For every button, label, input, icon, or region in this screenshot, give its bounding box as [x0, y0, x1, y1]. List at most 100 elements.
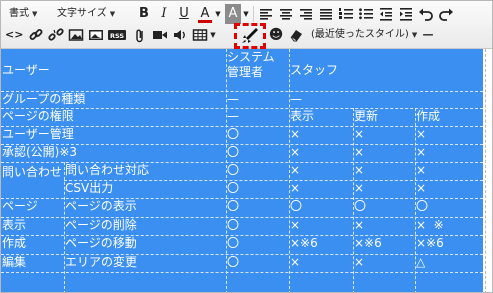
table-cell[interactable]: CSV出力	[64, 180, 226, 198]
table-cell[interactable]: システム 管理者	[226, 49, 289, 91]
table-cell[interactable]: ×	[353, 144, 415, 162]
table-cell[interactable]: 〇	[226, 180, 289, 198]
align-left-icon[interactable]	[257, 4, 275, 24]
link-icon[interactable]	[27, 25, 45, 45]
redo-icon[interactable]	[437, 4, 455, 24]
table-column-border	[226, 49, 227, 292]
italic-button[interactable]: I	[156, 4, 172, 24]
rss-icon[interactable]: RSS	[107, 25, 127, 45]
align-center-icon[interactable]	[277, 4, 295, 24]
undo-icon[interactable]	[417, 4, 435, 24]
table-cell[interactable]: ×	[415, 180, 483, 198]
table-cell[interactable]: 表示	[289, 108, 353, 126]
table-cell[interactable]: 問い合わせ	[1, 162, 64, 198]
table-cell[interactable]: ページの移動	[64, 235, 226, 254]
table-cell[interactable]: 編集	[1, 254, 64, 272]
table-cell[interactable]: スタッフ	[289, 49, 483, 91]
table-cell[interactable]: 〇	[226, 144, 289, 162]
format-dropdown[interactable]: 書式 ▼	[5, 5, 55, 23]
table-cell[interactable]: —	[289, 91, 483, 108]
table-cell[interactable]: × ※	[415, 217, 483, 235]
table-cell[interactable]: ×	[353, 254, 415, 272]
table-cell[interactable]: 〇	[226, 162, 289, 180]
source-code-icon[interactable]: <>	[5, 25, 23, 45]
numbered-list-icon[interactable]	[337, 4, 355, 24]
align-justify-icon[interactable]	[317, 4, 335, 24]
table-cell[interactable]: ×	[289, 126, 353, 144]
permissions-table[interactable]: ユーザー システム 管理者 スタッフ グループの種類 — — ページの権限 — 表示 更新 作成 ユー…	[1, 49, 483, 292]
indent-icon[interactable]	[397, 4, 415, 24]
horizontal-rule-button[interactable]: —	[419, 25, 437, 45]
table-cell[interactable]: ページの権限	[1, 108, 226, 126]
table-column-border	[289, 49, 290, 292]
table-cell[interactable]: 〇	[226, 198, 289, 217]
clear-format-icon[interactable]	[287, 25, 305, 45]
gallery-icon[interactable]	[87, 25, 105, 45]
table-cell[interactable]: 〇	[226, 217, 289, 235]
table-column-border	[353, 108, 354, 292]
table-cell[interactable]: エリアの変更	[64, 254, 226, 272]
image-icon[interactable]	[67, 25, 85, 45]
table-cell[interactable]: ×	[289, 180, 353, 198]
table-row-border	[1, 272, 483, 273]
table-cell[interactable]: 作成	[1, 235, 64, 254]
align-right-icon[interactable]	[297, 4, 315, 24]
table-cell[interactable]: 表示	[1, 217, 64, 235]
table-row-border	[1, 217, 483, 218]
video-icon[interactable]	[151, 25, 169, 45]
table-cell[interactable]: ユーザー	[1, 49, 226, 91]
editor-content[interactable]: ユーザー システム 管理者 スタッフ グループの種類 — — ページの権限 — 表示 更新 作成 ユー…	[1, 49, 492, 292]
table-cell[interactable]: ×	[353, 126, 415, 144]
table-cell[interactable]: ×	[353, 180, 415, 198]
table-cell[interactable]: 作成	[415, 108, 483, 126]
editor-toolbar: 書式 ▼ 文字サイズ ▼ B I U A ▼ A ▼ <> RSS ▼ ☻ (最…	[1, 1, 492, 49]
table-cell[interactable]: 〇	[353, 198, 415, 217]
table-cell[interactable]: 〇	[289, 198, 353, 217]
outdent-icon[interactable]	[377, 4, 395, 24]
styles-dropdown[interactable]: (最近使ったスタイル) ▼	[307, 26, 421, 44]
table-cell[interactable]: —	[226, 91, 289, 108]
table-cell[interactable]: ページの削除	[64, 217, 226, 235]
table-cell[interactable]: ×	[353, 217, 415, 235]
bulleted-list-icon[interactable]	[357, 4, 375, 24]
table-cell[interactable]: 〇	[415, 198, 483, 217]
bg-color-chevron-down-icon[interactable]: ▼	[242, 4, 250, 24]
table-icon[interactable]	[191, 25, 209, 45]
table-cell[interactable]: ×	[415, 126, 483, 144]
text-color-button[interactable]: A	[197, 4, 213, 24]
table-cell[interactable]: ユーザー管理	[1, 126, 226, 144]
table-cell[interactable]: 承認(公開)※3	[1, 144, 226, 162]
text-color-chevron-down-icon[interactable]: ▼	[214, 4, 222, 24]
table-cell[interactable]: ×	[289, 144, 353, 162]
table-cell[interactable]: ページの表示	[64, 198, 226, 217]
table-cell[interactable]: ×	[353, 162, 415, 180]
table-cell[interactable]: 〇	[226, 235, 289, 254]
table-cell[interactable]: ×※6	[415, 235, 483, 254]
table-cell[interactable]: ×※6	[289, 235, 353, 254]
table-cell[interactable]: —	[226, 108, 289, 126]
table-cell[interactable]: △	[415, 254, 483, 272]
table-cell[interactable]: 〇	[226, 126, 289, 144]
table-cell[interactable]: 〇	[226, 254, 289, 272]
underline-button[interactable]: U	[176, 4, 192, 24]
bold-button[interactable]: B	[136, 4, 152, 24]
fontsize-dropdown[interactable]: 文字サイズ ▼	[53, 5, 133, 23]
bg-color-label: A	[228, 6, 238, 21]
table-cell[interactable]: ×	[289, 162, 353, 180]
bg-color-button[interactable]: A	[225, 4, 241, 24]
table-cell[interactable]: ×	[415, 162, 483, 180]
table-cell[interactable]: 問い合わせ対応	[64, 162, 226, 180]
table-chevron-down-icon[interactable]: ▼	[209, 25, 217, 45]
table-cell[interactable]: ×	[289, 217, 353, 235]
emoji-icon[interactable]: ☻	[267, 25, 285, 45]
table-cell[interactable]: ページ	[1, 198, 64, 217]
attachment-icon[interactable]	[131, 25, 149, 45]
table-cell[interactable]: ×	[289, 254, 353, 272]
audio-icon[interactable]	[171, 25, 189, 45]
table-cell[interactable]: グループの種類	[1, 91, 226, 108]
table-cell[interactable]: ×※6	[353, 235, 415, 254]
unlink-icon[interactable]	[47, 25, 65, 45]
table-cell[interactable]: ×	[415, 144, 483, 162]
content-margin	[483, 49, 492, 292]
table-cell[interactable]: 更新	[353, 108, 415, 126]
